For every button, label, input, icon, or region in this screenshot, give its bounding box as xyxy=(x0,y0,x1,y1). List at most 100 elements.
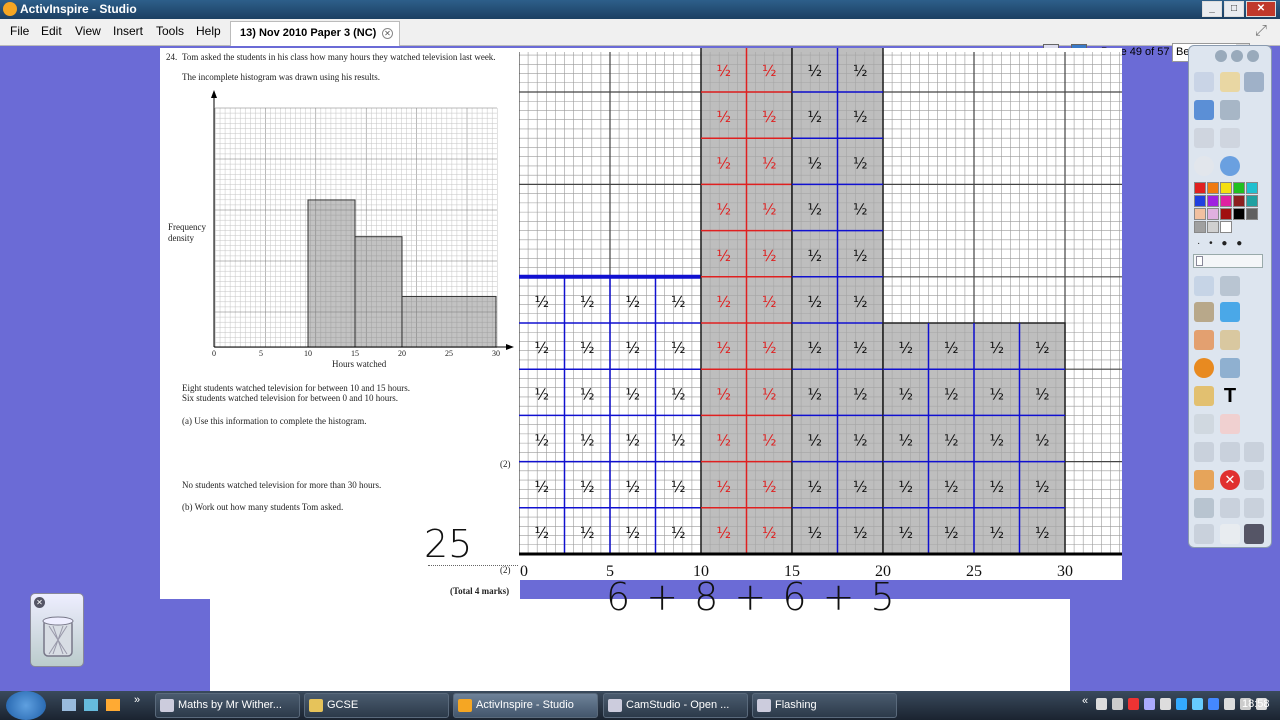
copy-icon[interactable] xyxy=(1220,498,1240,518)
annotate-icon[interactable] xyxy=(1220,100,1240,120)
palette-swatch[interactable] xyxy=(1233,195,1245,207)
tray-security-icon[interactable] xyxy=(1128,698,1139,710)
blank-page-icon[interactable] xyxy=(1220,524,1240,544)
menu-help[interactable]: Help xyxy=(196,24,221,38)
reset-icon[interactable] xyxy=(1220,414,1240,434)
palette-swatch[interactable] xyxy=(1207,182,1219,194)
text-tool-icon[interactable]: T xyxy=(1220,386,1240,406)
pen-width-dots[interactable]: · • ● ● xyxy=(1197,238,1245,249)
tray-skype-icon[interactable] xyxy=(1176,698,1187,710)
toolbox-pin-icon[interactable] xyxy=(1231,50,1243,62)
task-camstudio[interactable]: CamStudio - Open ... xyxy=(603,693,748,718)
palette-swatch[interactable] xyxy=(1220,195,1232,207)
play-icon[interactable] xyxy=(1194,156,1214,176)
highlighter-icon[interactable] xyxy=(1220,302,1240,322)
palette-swatch[interactable] xyxy=(1207,195,1219,207)
menu-file[interactable]: File xyxy=(10,24,29,38)
tray-bluetooth-icon[interactable] xyxy=(1208,698,1219,710)
part-b: (b) Work out how many students Tom asked… xyxy=(182,502,344,512)
desktop-icon[interactable] xyxy=(1194,100,1214,120)
toolbox-panel: · • ● ● T ✕ xyxy=(1188,45,1272,548)
task-activinspire[interactable]: ActivInspire - Studio xyxy=(453,693,598,718)
palette-swatch[interactable] xyxy=(1220,208,1232,220)
palette-swatch[interactable] xyxy=(1233,208,1245,220)
width-slider[interactable] xyxy=(1193,254,1263,268)
toolbox-menu-icon[interactable] xyxy=(1215,50,1227,62)
ie-icon[interactable] xyxy=(84,699,98,711)
menu-tools[interactable]: Tools xyxy=(156,24,184,38)
quicklaunch-expand-icon[interactable]: » xyxy=(134,694,140,706)
maximize-button[interactable]: □ xyxy=(1224,1,1244,17)
clip-icon[interactable] xyxy=(1194,470,1214,490)
previous-page-icon[interactable] xyxy=(1194,128,1214,148)
zoom-icon[interactable] xyxy=(1194,498,1214,518)
half-label: ½ xyxy=(762,62,777,80)
page-icon[interactable] xyxy=(1244,442,1264,462)
redo-icon[interactable] xyxy=(1220,442,1240,462)
select-arrow-icon[interactable] xyxy=(1194,276,1214,296)
toolbox-close-icon[interactable] xyxy=(1247,50,1259,62)
minimize-button[interactable]: _ xyxy=(1202,1,1222,17)
half-label: ½ xyxy=(716,339,731,357)
collapse-icon[interactable]: ⤢ xyxy=(1255,22,1267,39)
start-button[interactable] xyxy=(6,691,46,720)
media-icon[interactable] xyxy=(106,699,120,711)
menu-edit[interactable]: Edit xyxy=(41,24,62,38)
tray-activ-icon[interactable] xyxy=(1192,698,1203,710)
palette-swatch[interactable] xyxy=(1246,208,1258,220)
zoomed-histogram-svg: ½ ½ ½ ½ ½ ½ ½ ½ ½ ½ ½ ½ ½ ½ ½ ½ ½ ½ ½ ½ ½ ½ ½ ½ ½ ½ ½ ½ ½ ½ ½ ½ ½ ½ ½ ½ ½ ½ ½ ½… xyxy=(518,0,1122,580)
palette-swatch[interactable] xyxy=(1194,195,1206,207)
tools-icon[interactable] xyxy=(1220,276,1240,296)
menu-insert[interactable]: Insert xyxy=(113,24,143,38)
palette-swatch[interactable] xyxy=(1246,195,1258,207)
half-label: ½ xyxy=(853,524,868,542)
task-chrome[interactable]: Maths by Mr Wither... xyxy=(155,693,300,718)
tab-close-icon[interactable]: ✕ xyxy=(382,28,393,39)
main-menu-icon[interactable] xyxy=(1194,72,1214,92)
palette-swatch[interactable] xyxy=(1220,221,1232,233)
duplicate-icon[interactable] xyxy=(1244,470,1264,490)
next-page-icon[interactable] xyxy=(1220,128,1240,148)
web-icon[interactable] xyxy=(1220,156,1240,176)
pen-tool-icon[interactable] xyxy=(1244,72,1264,92)
trash-close-icon[interactable]: ✕ xyxy=(34,597,45,608)
fill-icon[interactable] xyxy=(1220,330,1240,350)
palette-swatch[interactable] xyxy=(1194,208,1206,220)
half-label: ½ xyxy=(580,385,595,403)
palette-swatch[interactable] xyxy=(1220,182,1232,194)
palette-swatch[interactable] xyxy=(1207,221,1219,233)
browser-icon[interactable] xyxy=(1220,72,1240,92)
task-gcse[interactable]: GCSE xyxy=(304,693,449,718)
connector-icon[interactable] xyxy=(1220,358,1240,378)
close-button[interactable]: ✕ xyxy=(1246,1,1276,17)
palette-swatch[interactable] xyxy=(1246,182,1258,194)
undo-icon[interactable] xyxy=(1194,442,1214,462)
palette-swatch[interactable] xyxy=(1194,182,1206,194)
recognition-icon[interactable] xyxy=(1194,414,1214,434)
eraser-icon[interactable] xyxy=(1194,330,1214,350)
tray-expand-icon[interactable]: « xyxy=(1082,695,1088,707)
trash-bin[interactable]: ✕ xyxy=(30,593,84,667)
pen-icon[interactable] xyxy=(1194,302,1214,322)
save-icon[interactable] xyxy=(1244,524,1264,544)
shape-icon[interactable] xyxy=(1194,358,1214,378)
half-label: ½ xyxy=(762,201,777,219)
tray-network-icon[interactable] xyxy=(1112,698,1123,710)
task-flashing[interactable]: Flashing xyxy=(752,693,897,718)
magic-ink-icon[interactable] xyxy=(1194,386,1214,406)
palette-swatch[interactable] xyxy=(1194,221,1206,233)
compass-icon[interactable] xyxy=(1194,524,1214,544)
palette-swatch[interactable] xyxy=(1207,208,1219,220)
palette-swatch[interactable] xyxy=(1233,182,1245,194)
delete-icon[interactable]: ✕ xyxy=(1220,470,1240,490)
show-desktop-icon[interactable] xyxy=(62,699,76,711)
tab-document[interactable]: 13) Nov 2010 Paper 3 (NC) ✕ xyxy=(230,21,400,46)
tray-power-icon[interactable] xyxy=(1224,698,1235,710)
paste-icon[interactable] xyxy=(1244,498,1264,518)
tray-monitor-icon[interactable] xyxy=(1160,698,1171,710)
tray-app-icon[interactable] xyxy=(1096,698,1107,710)
tray-volume-icon[interactable] xyxy=(1144,698,1155,710)
window-title: ActivInspire - Studio xyxy=(20,2,137,16)
slider-thumb[interactable] xyxy=(1196,256,1203,266)
menu-view[interactable]: View xyxy=(75,24,101,38)
